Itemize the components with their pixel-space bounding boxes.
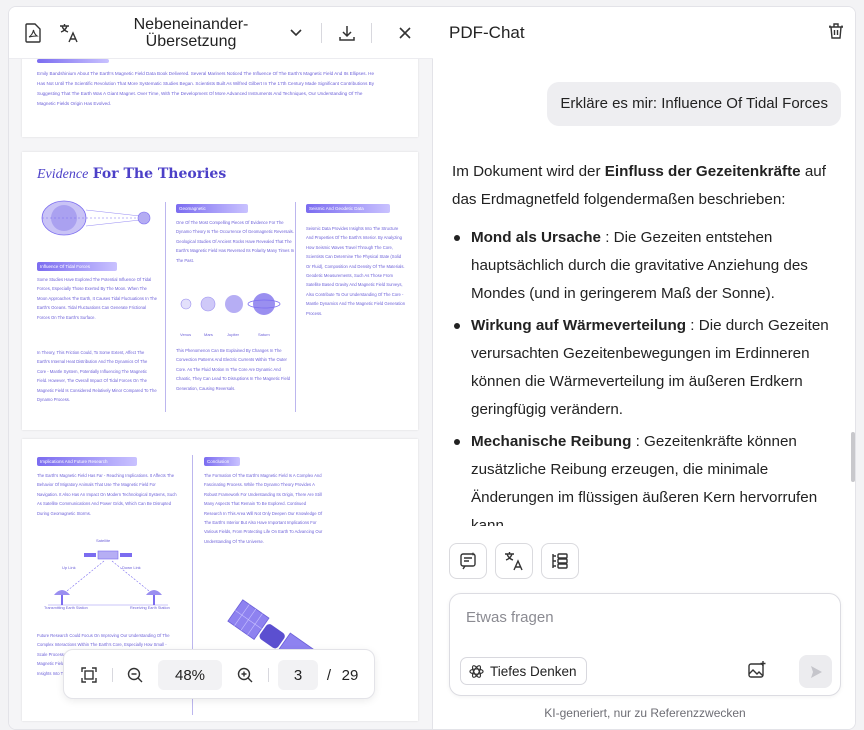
page2-col1-heading: Influence Of Tidal Forces bbox=[37, 262, 117, 271]
column-divider bbox=[295, 202, 296, 412]
image-add-icon[interactable] bbox=[747, 660, 769, 682]
outline-button[interactable] bbox=[541, 543, 579, 579]
list-item: Mond als Ursache : Die Gezeiten entstehe… bbox=[452, 224, 842, 308]
outline-icon bbox=[552, 553, 568, 569]
chat-input-box[interactable]: Etwas fragen Tiefes Denken bbox=[449, 593, 841, 696]
zoom-in-icon[interactable] bbox=[234, 663, 256, 687]
fit-page-icon[interactable] bbox=[78, 663, 100, 687]
viewer-mode-title[interactable]: Nebeneinander-Übersetzung bbox=[101, 16, 281, 50]
pdf-page-1: Emily Bandshinium About The Earth's Magn… bbox=[22, 59, 418, 137]
chat-title: PDF-Chat bbox=[449, 23, 525, 42]
toolbar-divider bbox=[321, 23, 322, 43]
chat-panel: PDF-Chat Erkläre es mir: Influence Of Ti… bbox=[433, 7, 855, 729]
summarize-icon bbox=[460, 552, 476, 570]
pdf-page-2: Evidence For The Theories Influence Of T… bbox=[22, 152, 418, 430]
close-icon[interactable] bbox=[393, 21, 417, 45]
planet-label-venus: Venus bbox=[180, 332, 192, 337]
ai-disclaimer: KI-generiert, nur zu Referenzzwecken bbox=[544, 706, 746, 720]
page-separator: / bbox=[326, 666, 332, 684]
page2-col1-text: Some Studies Have Explored The Potential… bbox=[37, 277, 157, 320]
page2-col1-text2: In Theory, This Friction Could, To Some … bbox=[37, 350, 157, 403]
chat-scrollbar[interactable] bbox=[851, 432, 855, 482]
page2-col2-text2: This Phenomenon Can Be Explained By Chan… bbox=[176, 348, 291, 391]
send-button[interactable] bbox=[799, 655, 832, 688]
downlink-label: Down Link bbox=[122, 565, 141, 570]
page2-col3-heading: Seismic And Geodetic Data bbox=[306, 204, 390, 213]
summarize-button[interactable] bbox=[449, 543, 487, 579]
pdf-viewer-panel: Nebeneinander-Übersetzung Emily Bandshin… bbox=[9, 7, 433, 729]
atom-icon bbox=[469, 664, 484, 678]
user-message: Erkläre es mir: Influence Of Tidal Force… bbox=[547, 82, 841, 126]
answer-intro: Im Dokument wird der Einfluss der Gezeit… bbox=[452, 163, 826, 208]
page3-col1-text: The Earth's Magnetic Field Has Far - Rea… bbox=[37, 473, 177, 516]
trash-icon[interactable] bbox=[826, 21, 848, 43]
rx-station-label: Receiving Earth Station bbox=[130, 606, 170, 610]
pdf-pages-scroll[interactable]: Emily Bandshinium About The Earth's Magn… bbox=[9, 59, 433, 729]
viewer-toolbar: Nebeneinander-Übersetzung bbox=[9, 7, 433, 59]
uplink-label: Up Link bbox=[62, 565, 76, 570]
deep-think-button[interactable]: Tiefes Denken bbox=[460, 657, 587, 685]
download-icon[interactable] bbox=[335, 21, 359, 45]
zoom-divider bbox=[268, 668, 269, 682]
zoom-out-icon[interactable] bbox=[124, 663, 146, 687]
current-page-input[interactable]: 3 bbox=[278, 660, 318, 690]
send-icon bbox=[810, 665, 822, 678]
page2-col3-text: Seismic Data Provides Insights Into The … bbox=[306, 226, 406, 316]
answer-list: Mond als Ursache : Die Gezeiten entstehe… bbox=[452, 224, 842, 526]
total-pages: 29 bbox=[341, 666, 359, 684]
chevron-down-icon[interactable] bbox=[284, 21, 308, 45]
planets-illustration bbox=[180, 293, 281, 315]
page3-col2-text: The Formation Of The Earth's Magnetic Fi… bbox=[204, 473, 323, 544]
tx-station-label: Transmitting Earth Station bbox=[44, 606, 88, 610]
page2-title: Evidence For The Theories bbox=[37, 166, 227, 182]
list-item: Mechanische Reibung : Gezeitenkräfte kön… bbox=[452, 428, 842, 526]
tidal-diagram bbox=[41, 200, 151, 236]
list-item: Wirkung auf Wärmeverteilung : Die durch … bbox=[452, 312, 842, 424]
satellite-label: Satellite bbox=[96, 538, 111, 543]
deep-think-label: Tiefes Denken bbox=[490, 663, 577, 679]
planet-label-mars: Mars bbox=[204, 332, 213, 337]
zoom-level[interactable]: 48% bbox=[158, 660, 222, 690]
translate-icon bbox=[505, 552, 523, 571]
translate-button[interactable] bbox=[495, 543, 533, 579]
planet-label-jupiter: Jupiter bbox=[227, 332, 240, 337]
page1-text: Emily Bandshinium About The Earth's Magn… bbox=[37, 71, 375, 106]
page3-col1-heading: Implications And Future Research bbox=[37, 457, 137, 466]
page2-col2-text: One Of The Most Compelling Pieces Of Evi… bbox=[176, 220, 295, 263]
translate-icon[interactable] bbox=[57, 21, 81, 45]
page-heading-bar bbox=[37, 59, 109, 63]
page2-col2-heading: Geomagnetic bbox=[176, 204, 248, 213]
pdf-file-icon[interactable] bbox=[21, 21, 45, 45]
page3-col2-heading: Conclusion bbox=[204, 457, 240, 466]
zoom-toolbar: 48% 3 / 29 bbox=[63, 649, 375, 699]
app-window: Nebeneinander-Übersetzung Emily Bandshin… bbox=[8, 6, 856, 730]
chat-input[interactable]: Etwas fragen bbox=[466, 609, 554, 626]
planet-label-saturn: Saturn bbox=[258, 332, 270, 337]
assistant-answer: Im Dokument wird der Einfluss der Gezeit… bbox=[452, 158, 842, 526]
zoom-divider bbox=[112, 668, 113, 682]
column-divider bbox=[165, 202, 166, 412]
toolbar-divider bbox=[371, 23, 372, 43]
